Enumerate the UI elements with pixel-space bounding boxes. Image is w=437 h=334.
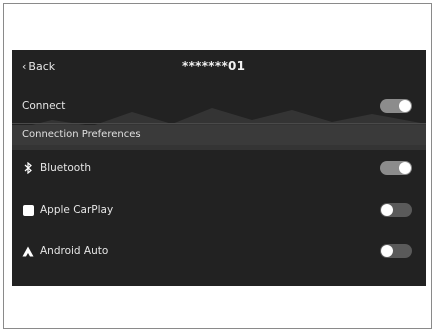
connect-row[interactable]: Connect: [12, 88, 426, 124]
toggle-knob: [399, 162, 411, 174]
device-title: *******01: [182, 59, 246, 73]
bluetooth-icon: [22, 162, 34, 174]
android-auto-row[interactable]: Android Auto: [12, 233, 426, 269]
bluetooth-label: Bluetooth: [40, 162, 91, 174]
toggle-knob: [399, 99, 411, 112]
android-auto-icon: [22, 245, 34, 257]
bluetooth-row[interactable]: Bluetooth: [12, 150, 426, 186]
carplay-toggle[interactable]: [380, 203, 412, 217]
connect-label: Connect: [22, 99, 66, 112]
infotainment-screen: ‹ Back *******01 Connect Connection Pref…: [12, 50, 426, 286]
android-auto-label: Android Auto: [40, 245, 109, 257]
chevron-left-icon: ‹: [22, 60, 27, 73]
carplay-row[interactable]: Apple CarPlay: [12, 192, 426, 228]
bluetooth-toggle[interactable]: [380, 161, 412, 175]
section-header: Connection Preferences: [12, 125, 426, 145]
back-button[interactable]: ‹ Back: [22, 60, 55, 73]
back-label: Back: [28, 60, 56, 73]
header-bar: ‹ Back *******01: [12, 50, 426, 84]
toggle-knob: [381, 204, 393, 216]
carplay-icon: [22, 204, 34, 216]
toggle-knob: [381, 245, 393, 257]
carplay-label: Apple CarPlay: [40, 204, 114, 216]
section-header-label: Connection Preferences: [22, 129, 141, 140]
android-auto-toggle[interactable]: [380, 244, 412, 258]
connect-toggle[interactable]: [380, 98, 412, 113]
